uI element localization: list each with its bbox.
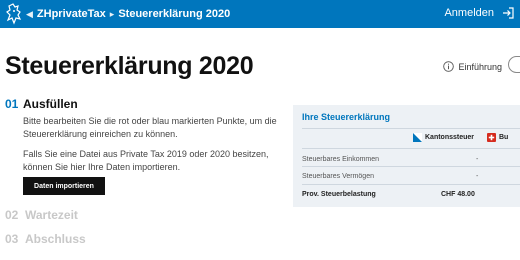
divider <box>302 148 520 149</box>
row-label-wealth: Steuerbares Vermögen <box>302 173 374 180</box>
brand-link[interactable]: ZHprivateTax <box>37 8 106 20</box>
step-2-number: 02 <box>5 208 19 222</box>
tax-summary-panel: Ihre Steuererklärung Kantonssteuer Bu St… <box>293 105 520 207</box>
step-3-title: Abschluss <box>25 232 86 246</box>
chevron-left-icon[interactable]: ◀ <box>26 9 33 20</box>
row-value-wealth: - <box>476 173 479 180</box>
toggle-switch[interactable] <box>508 56 520 73</box>
login-label: Anmelden <box>444 7 494 19</box>
info-icon <box>443 61 455 72</box>
step-1-title: Ausfüllen <box>23 97 78 111</box>
step-2-title: Wartezeit <box>25 208 78 222</box>
intro-label: Einführung <box>458 61 502 72</box>
chevron-right-icon: ▸ <box>109 8 115 19</box>
login-icon <box>503 7 514 19</box>
page-title: Steuererklärung 2020 <box>5 52 254 80</box>
total-value: CHF 48.00 <box>441 191 475 198</box>
zurich-flag-icon <box>413 133 422 142</box>
step-1-import-hint: Falls Sie eine Datei aus Private Tax 201… <box>23 149 269 172</box>
row-value-income: - <box>476 156 479 163</box>
divider <box>302 128 520 129</box>
login-button[interactable]: Anmelden <box>444 7 514 19</box>
step-3-number: 03 <box>5 232 19 246</box>
row-label-income: Steuerbares Einkommen <box>302 156 380 163</box>
import-data-button[interactable]: Daten importieren <box>23 177 105 195</box>
divider <box>302 166 520 167</box>
zurich-lion-logo-icon[interactable] <box>5 3 23 25</box>
step-1-instructions: Bitte bearbeiten Sie die rot oder blau m… <box>23 116 277 139</box>
summary-title: Ihre Steuererklärung <box>302 112 391 122</box>
column-bund: Bu <box>487 133 508 142</box>
divider <box>302 184 520 185</box>
swiss-flag-icon <box>487 133 496 142</box>
top-bar: ◀ ZHprivateTax ▸ Steuererklärung 2020 An… <box>0 0 520 28</box>
column-kanton: Kantonssteuer <box>413 133 474 142</box>
intro-link[interactable]: Einführung <box>443 61 502 72</box>
breadcrumb: ◀ ZHprivateTax ▸ Steuererklärung 2020 <box>26 8 230 20</box>
column-kanton-label: Kantonssteuer <box>425 134 475 141</box>
breadcrumb-current: Steuererklärung 2020 <box>118 8 231 20</box>
column-bund-label: Bu <box>499 134 509 141</box>
step-1-number: 01 <box>5 97 19 111</box>
total-label: Prov. Steuerbelastung <box>302 191 376 198</box>
